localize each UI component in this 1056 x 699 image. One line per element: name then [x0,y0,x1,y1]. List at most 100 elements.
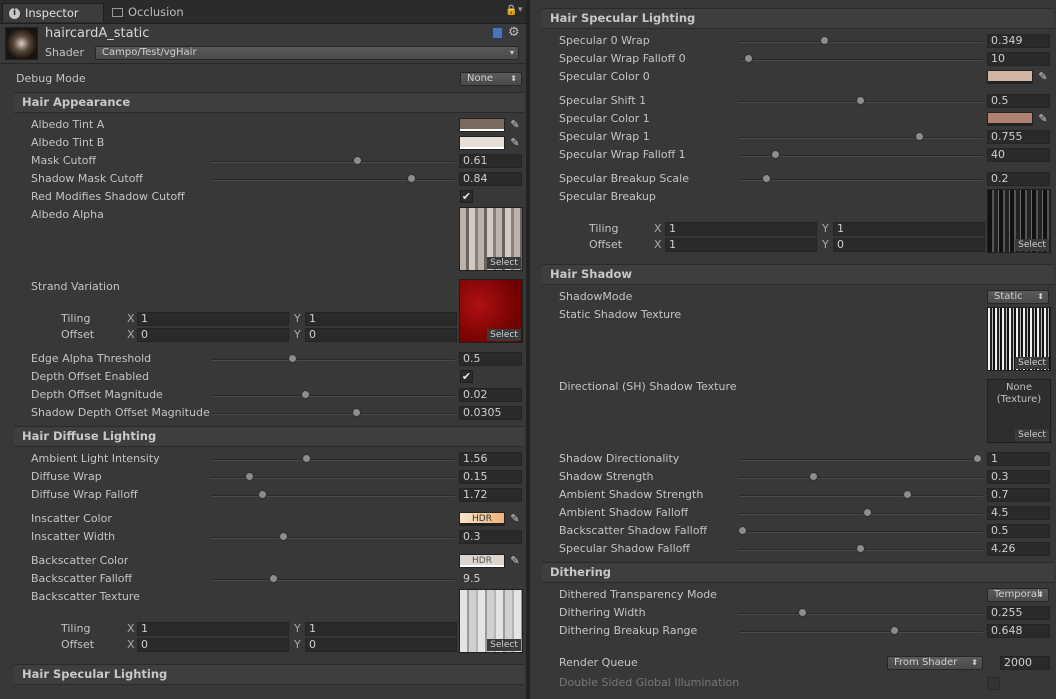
breakup-scale-knob[interactable] [762,174,771,183]
dither-breakup-track[interactable] [739,631,983,633]
hair-specular-header[interactable]: Hair Specular Lighting [542,8,1054,29]
diffuse-wrap-input[interactable]: 0.15 [459,470,522,484]
spec0-wrap-input[interactable]: 0.349 [987,34,1050,48]
debug-mode-dropdown[interactable]: None ⬍ [460,72,522,86]
depth-offset-mag-knob[interactable] [301,390,310,399]
edge-alpha-input[interactable]: 0.5 [459,352,522,366]
tab-inspector[interactable]: i Inspector [2,3,104,22]
help-book-icon[interactable] [492,27,503,39]
spec-wrap-falloff0-input[interactable]: 10 [987,52,1050,66]
spec-wrap1-track[interactable] [739,137,983,139]
spec-wrap-falloff0-knob[interactable] [744,54,753,63]
shadow-strength-knob[interactable] [809,472,818,481]
spec-wrap-falloff1-input[interactable]: 40 [987,148,1050,162]
albedo-tint-b-swatch[interactable] [459,136,505,150]
eyedropper-icon[interactable]: ✎ [1037,70,1049,84]
spec-shift1-knob[interactable] [856,96,865,105]
shadow-depth-offset-knob[interactable] [352,408,361,417]
dither-mode-dropdown[interactable]: Temporal ⬍ [987,588,1049,602]
dither-width-track[interactable] [739,613,983,615]
backscatter-offset-x-input[interactable]: 0 [137,638,289,652]
spec-color1-swatch[interactable] [987,112,1033,126]
inscatter-width-knob[interactable] [279,532,288,541]
spec-wrap1-knob[interactable] [915,132,924,141]
backscatter-shadow-falloff-knob[interactable] [738,526,747,535]
shadow-mask-cutoff-knob[interactable] [407,174,416,183]
backscatter-shadow-falloff-track[interactable] [739,531,983,533]
breakup-tiling-y-input[interactable]: 1 [833,222,985,236]
breakup-tiling-x-input[interactable]: 1 [665,222,817,236]
mask-cutoff-knob[interactable] [353,156,362,165]
inscatter-color-swatch[interactable]: HDR [459,512,505,526]
render-queue-input[interactable]: 2000 [1000,656,1050,670]
shader-dropdown[interactable]: Campo/Test/vgHair ▾ [95,46,519,60]
spec-color0-swatch[interactable] [987,70,1033,84]
select-button[interactable]: Select [487,329,521,341]
strand-variation-texture[interactable]: Select [459,279,523,343]
dither-breakup-input[interactable]: 0.648 [987,624,1050,638]
strand-offset-x-input[interactable]: 0 [137,328,289,342]
shadow-directionality-track[interactable] [739,459,983,461]
spec-wrap1-input[interactable]: 0.755 [987,130,1050,144]
dither-width-knob[interactable] [798,608,807,617]
lock-icon[interactable]: 🔒 [505,5,517,16]
spec-wrap-falloff1-knob[interactable] [771,150,780,159]
strand-tiling-x-input[interactable]: 1 [137,312,289,326]
eyedropper-icon[interactable]: ✎ [509,136,521,150]
spec0-wrap-knob[interactable] [820,36,829,45]
select-button[interactable]: Select [1015,429,1049,441]
breakup-texture[interactable]: Select [987,189,1051,253]
shadow-mask-cutoff-input[interactable]: 0.84 [459,172,522,186]
diffuse-wrap-falloff-knob[interactable] [258,490,267,499]
shadow-directionality-knob[interactable] [973,454,982,463]
ambient-input[interactable]: 1.56 [459,452,522,466]
eyedropper-icon[interactable]: ✎ [509,118,521,132]
backscatter-tiling-y-input[interactable]: 1 [305,622,457,636]
eyedropper-icon[interactable]: ✎ [509,554,521,568]
edge-alpha-track[interactable] [211,359,455,361]
hair-diffuse-header[interactable]: Hair Diffuse Lighting [14,426,524,447]
dither-breakup-knob[interactable] [890,626,899,635]
specular-shadow-falloff-input[interactable]: 4.26 [987,542,1050,556]
breakup-scale-track[interactable] [739,179,983,181]
backscatter-falloff-track[interactable] [211,579,455,581]
dithering-header[interactable]: Dithering [542,562,1054,583]
ambient-shadow-strength-knob[interactable] [903,490,912,499]
select-button[interactable]: Select [1015,239,1049,251]
select-button[interactable]: Select [487,257,521,269]
ambient-shadow-strength-input[interactable]: 0.7 [987,488,1050,502]
depth-offset-mag-track[interactable] [211,395,455,397]
mask-cutoff-input[interactable]: 0.61 [459,154,522,168]
inscatter-width-input[interactable]: 0.3 [459,530,522,544]
eyedropper-icon[interactable]: ✎ [1037,112,1049,126]
backscatter-color-swatch[interactable]: HDR [459,554,505,568]
breakup-offset-x-input[interactable]: 1 [665,238,817,252]
menu-icon[interactable]: ▾ [518,5,523,15]
inscatter-width-track[interactable] [211,537,455,539]
diffuse-wrap-falloff-input[interactable]: 1.72 [459,488,522,502]
shadow-directionality-input[interactable]: 1 [987,452,1050,466]
backscatter-falloff-input[interactable]: 9.5 [459,572,522,586]
static-shadow-texture[interactable]: Select [987,307,1051,371]
gear-icon[interactable]: ⚙ [508,25,520,40]
spec-shift1-input[interactable]: 0.5 [987,94,1050,108]
strand-offset-y-input[interactable]: 0 [305,328,457,342]
ambient-shadow-falloff-input[interactable]: 4.5 [987,506,1050,520]
backscatter-tiling-x-input[interactable]: 1 [137,622,289,636]
dir-shadow-texture[interactable]: None (Texture) Select [987,379,1051,443]
edge-alpha-knob[interactable] [288,354,297,363]
red-modifies-checkbox[interactable]: ✔ [460,190,473,203]
hair-shadow-header[interactable]: Hair Shadow [542,264,1054,285]
breakup-offset-y-input[interactable]: 0 [833,238,985,252]
ambient-track[interactable] [211,459,455,461]
depth-offset-mag-input[interactable]: 0.02 [459,388,522,402]
select-button[interactable]: Select [1015,357,1049,369]
backscatter-shadow-falloff-input[interactable]: 0.5 [987,524,1050,538]
depth-offset-enabled-checkbox[interactable]: ✔ [460,370,473,383]
spec0-wrap-track[interactable] [739,41,983,43]
hair-specular-header-left[interactable]: Hair Specular Lighting [14,664,524,685]
mask-cutoff-track[interactable] [211,161,455,163]
ambient-shadow-falloff-track[interactable] [739,513,983,515]
shadow-mode-dropdown[interactable]: Static ⬍ [987,290,1049,304]
strand-tiling-y-input[interactable]: 1 [305,312,457,326]
